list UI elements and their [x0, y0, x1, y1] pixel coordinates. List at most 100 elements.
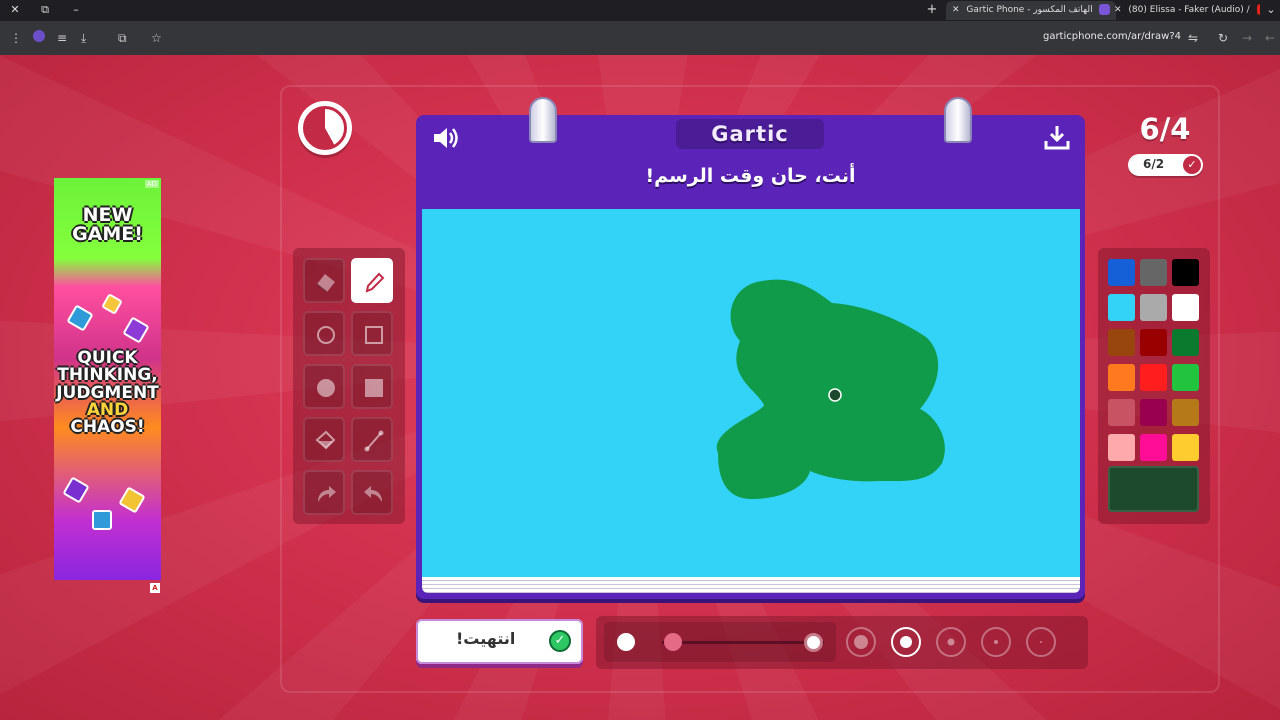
ad-tile-icon — [118, 486, 146, 514]
back-icon[interactable]: ← — [1265, 31, 1275, 45]
color-swatch[interactable] — [1140, 294, 1167, 321]
bucket-tool[interactable] — [303, 417, 345, 462]
brush-size-option[interactable] — [1026, 627, 1056, 657]
ellipse-outline-tool[interactable] — [303, 311, 345, 356]
ad-tile-icon — [92, 510, 112, 530]
color-swatch[interactable] — [1108, 399, 1135, 426]
ad-choices-icon[interactable]: A — [150, 583, 160, 593]
brush-settings-bar — [596, 616, 1088, 669]
color-swatch[interactable] — [1108, 329, 1135, 356]
square-outline-icon — [365, 326, 383, 344]
ad-tile-icon — [122, 316, 150, 344]
brush-size-option[interactable] — [981, 627, 1011, 657]
done-button[interactable]: انتهيت! ✓ — [416, 619, 583, 664]
download-icon[interactable]: ⤓ — [81, 31, 86, 46]
brush-cursor — [828, 388, 842, 402]
color-swatch[interactable] — [1140, 329, 1167, 356]
color-swatch[interactable] — [1172, 434, 1199, 461]
rectangle-fill-tool[interactable] — [351, 364, 393, 409]
reload-icon[interactable]: ↻ — [1218, 31, 1228, 45]
green-drawing-blob — [716, 279, 945, 499]
close-tab-icon[interactable]: ✕ — [1114, 5, 1122, 15]
notebook-ring — [944, 97, 972, 143]
color-swatch[interactable] — [1172, 399, 1199, 426]
done-button-label: انتهيت! — [456, 629, 516, 648]
color-swatch[interactable] — [1108, 434, 1135, 461]
address-bar: ⋮ ≡ ⤓ ⧉ ☆ garticphone.com/ar/draw?4 ⇋ ↻ … — [0, 21, 1280, 55]
notebook-pages — [422, 577, 1080, 593]
color-swatch[interactable] — [1140, 434, 1167, 461]
color-swatch[interactable] — [1172, 364, 1199, 391]
tab-youtube[interactable]: ✕ (80) Elissa - Faker (Audio) / — [1108, 1, 1260, 20]
timer — [298, 101, 352, 155]
players-done-count: 6/2 — [1143, 157, 1165, 171]
brush-size-option[interactable] — [936, 627, 966, 657]
extensions-icon[interactable]: ⧉ — [118, 31, 127, 46]
brush-size-dot — [947, 638, 955, 646]
profile-icon[interactable] — [33, 30, 45, 42]
eraser-icon — [316, 274, 335, 293]
players-done-pill: 6/2 ✓ — [1128, 154, 1203, 176]
brush-size-dot — [854, 635, 868, 649]
reading-list-icon[interactable]: ≡ — [57, 31, 67, 45]
close-tab-icon[interactable]: ✕ — [952, 5, 960, 15]
close-window-icon[interactable]: ✕ — [8, 3, 22, 17]
drawing-canvas[interactable] — [422, 209, 1080, 577]
bucket-icon — [315, 430, 336, 450]
tab-title: Gartic Phone - الهاتف المكسور — [966, 5, 1093, 15]
opacity-min-dot — [617, 633, 635, 651]
opacity-slider[interactable] — [604, 622, 836, 662]
ad-tile-icon — [62, 476, 90, 504]
tab-gartic[interactable]: ✕ Gartic Phone - الهاتف المكسور — [946, 1, 1116, 20]
minimize-window-icon[interactable]: – — [69, 3, 83, 17]
line-tool[interactable] — [351, 417, 393, 462]
redo-icon — [364, 486, 382, 502]
ad-tile-icon — [101, 293, 123, 315]
pen-tool[interactable] — [351, 258, 393, 303]
bookmark-star-icon[interactable]: ☆ — [151, 31, 162, 45]
color-swatch[interactable] — [1108, 294, 1135, 321]
brush-size-option[interactable] — [891, 627, 921, 657]
rectangle-outline-tool[interactable] — [351, 311, 393, 356]
ad-headline: NEW GAME! — [72, 204, 143, 246]
color-swatch[interactable] — [1140, 399, 1167, 426]
circle-outline-icon — [317, 326, 335, 344]
pen-icon — [365, 272, 385, 293]
color-swatch[interactable] — [1172, 294, 1199, 321]
ellipse-fill-tool[interactable] — [303, 364, 345, 409]
site-settings-icon[interactable]: ⇋ — [1188, 31, 1198, 45]
undo-icon — [318, 486, 336, 502]
color-swatch[interactable] — [1140, 259, 1167, 286]
tools-panel — [293, 248, 405, 524]
new-tab-icon[interactable]: + — [925, 3, 939, 17]
menu-icon[interactable]: ⋮ — [10, 31, 22, 45]
brush-size-dot — [994, 640, 998, 644]
current-color — [1108, 466, 1199, 512]
url-field[interactable]: garticphone.com/ar/draw?4 — [1043, 31, 1181, 42]
browser-tab-bar: ✕ ⧉ – + ✕ Gartic Phone - الهاتف المكسور … — [0, 0, 1280, 21]
sound-icon[interactable] — [430, 123, 460, 153]
game-page: AD NEW GAME! QUICK THINKING, JUDGMENT AN… — [0, 55, 1280, 720]
ad-tag: AD — [144, 180, 159, 188]
undo-tool[interactable] — [303, 470, 345, 515]
brush-size-dot — [1040, 641, 1042, 643]
tab-search-icon[interactable]: ⌄ — [1264, 3, 1278, 17]
notebook-header: Gartic أنت، حان وقت الرسم! — [416, 97, 1085, 207]
color-palette — [1098, 248, 1210, 524]
color-swatch[interactable] — [1172, 259, 1199, 286]
timer-progress — [303, 106, 347, 150]
brush-size-dot — [900, 636, 912, 648]
eraser-tool[interactable] — [303, 258, 345, 303]
color-swatch[interactable] — [1172, 329, 1199, 356]
color-swatch[interactable] — [1108, 259, 1135, 286]
slider-thumb[interactable] — [663, 633, 682, 651]
brush-size-option[interactable] — [846, 627, 876, 657]
line-icon — [364, 430, 384, 452]
color-swatch[interactable] — [1108, 364, 1135, 391]
download-drawing-icon[interactable] — [1043, 123, 1071, 151]
color-swatch[interactable] — [1140, 364, 1167, 391]
redo-tool[interactable] — [351, 470, 393, 515]
restore-window-icon[interactable]: ⧉ — [38, 3, 52, 17]
advertisement[interactable]: AD NEW GAME! QUICK THINKING, JUDGMENT AN… — [54, 178, 161, 580]
forward-icon[interactable]: → — [1242, 31, 1252, 45]
